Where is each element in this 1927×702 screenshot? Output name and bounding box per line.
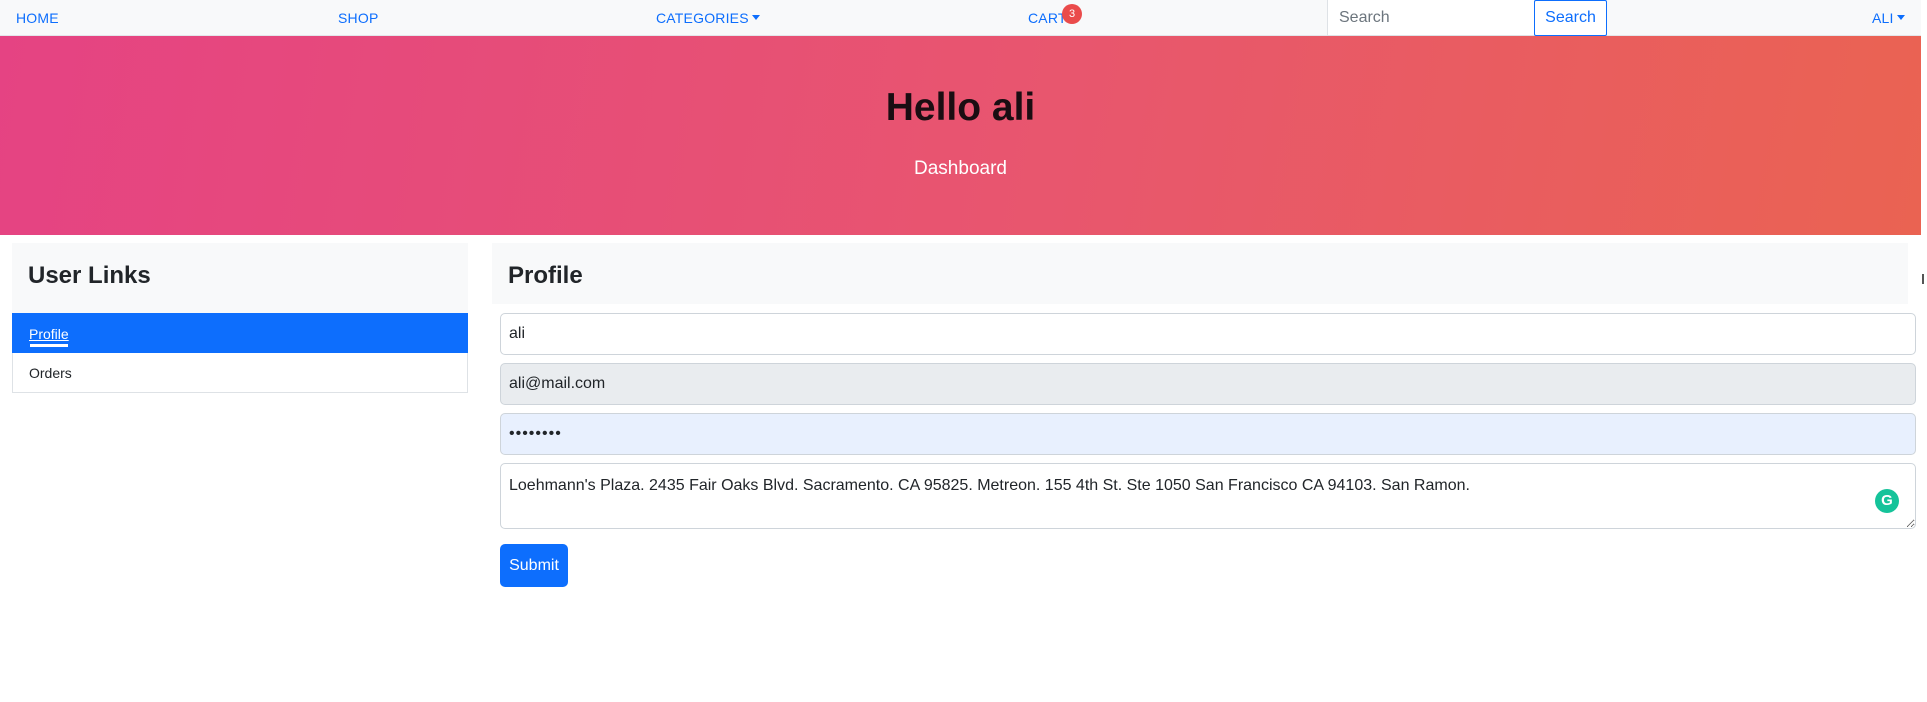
user-links-title: User Links — [28, 262, 151, 289]
search-input[interactable] — [1327, 0, 1535, 36]
caret-down-icon — [1896, 15, 1905, 20]
caret-down-icon — [751, 15, 760, 20]
user-links-header: User Links — [12, 243, 468, 313]
hero-title: Hello ali — [885, 86, 1036, 129]
nav-home-link[interactable]: HOME — [16, 10, 59, 26]
nav-categories-label: CATEGORIES — [656, 10, 749, 26]
grammarly-icon[interactable]: G — [1875, 489, 1899, 513]
user-menu-label: ALI — [1872, 10, 1894, 26]
nav-shop-link[interactable]: SHOP — [338, 10, 378, 26]
submit-button[interactable]: Submit — [500, 544, 568, 587]
sidebar-item-label: Orders — [29, 365, 72, 381]
user-links-list: Profile Orders — [12, 313, 468, 393]
cart-count-badge: 3 — [1062, 4, 1082, 24]
sidebar-item-label: Profile — [29, 326, 69, 342]
name-field[interactable] — [500, 313, 1916, 355]
nav-cart-link[interactable]: CART — [1028, 10, 1067, 26]
user-menu-dropdown[interactable]: ALI — [1872, 10, 1905, 26]
active-indicator — [30, 344, 68, 347]
address-field[interactable]: Loehmann's Plaza. 2435 Fair Oaks Blvd. S… — [500, 463, 1916, 529]
hero-banner: Hello ali Dashboard — [0, 36, 1921, 235]
edge-mark — [1922, 274, 1927, 284]
password-field[interactable] — [500, 413, 1916, 455]
email-field[interactable] — [500, 363, 1916, 405]
navbar: HOME SHOP CATEGORIES CART 3 Search ALI — [0, 0, 1927, 36]
profile-header: Profile — [492, 243, 1908, 304]
profile-title: Profile — [508, 262, 583, 289]
sidebar-item-profile[interactable]: Profile — [12, 313, 468, 353]
page-edge — [1921, 0, 1927, 702]
hero-subtitle: Dashboard — [914, 158, 1007, 179]
nav-categories-dropdown[interactable]: CATEGORIES — [656, 10, 760, 26]
search-button[interactable]: Search — [1534, 0, 1607, 36]
sidebar-item-orders[interactable]: Orders — [12, 353, 468, 393]
user-links-card: User Links Profile Orders — [12, 243, 468, 393]
